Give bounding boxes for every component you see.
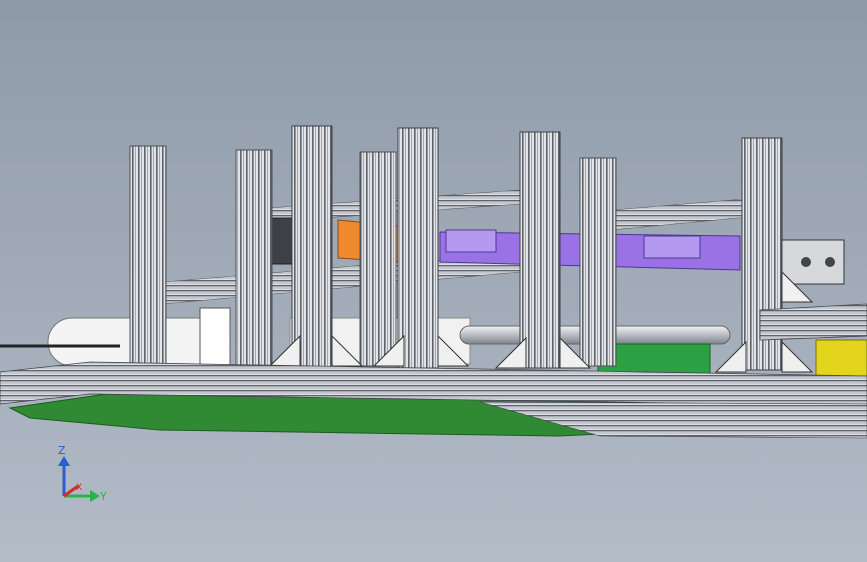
corner-bracket[interactable] — [781, 340, 814, 373]
end-block-bolt — [825, 257, 835, 267]
x-axis-label: X — [76, 483, 82, 493]
y-axis-arrowhead — [90, 490, 100, 502]
corner-bracket[interactable] — [714, 340, 747, 373]
yellow-power-box[interactable] — [815, 339, 867, 377]
vertical-post[interactable] — [519, 131, 561, 369]
z-axis-arrowhead — [58, 456, 70, 466]
cad-3d-viewport[interactable]: Z X Y — [0, 0, 867, 562]
y-axis-label: Y — [99, 490, 107, 503]
white-mount-plate[interactable] — [199, 307, 231, 371]
vertical-post[interactable] — [129, 145, 167, 369]
vertical-post[interactable] — [579, 157, 617, 367]
view-orientation-triad[interactable]: Z X Y — [58, 444, 107, 503]
corner-bracket[interactable] — [268, 334, 301, 367]
right-bottom-rail[interactable] — [759, 303, 867, 341]
vertical-post[interactable] — [359, 151, 397, 367]
end-block-bolt — [801, 257, 811, 267]
vertical-post[interactable] — [397, 127, 439, 369]
purple-carriage-left[interactable] — [445, 229, 497, 253]
purple-carriage-right[interactable] — [643, 235, 701, 259]
vertical-post[interactable] — [235, 149, 273, 367]
z-axis-label: Z — [58, 444, 66, 457]
vertical-post[interactable] — [291, 125, 333, 369]
assembly-scene[interactable]: Z X Y — [0, 0, 867, 562]
